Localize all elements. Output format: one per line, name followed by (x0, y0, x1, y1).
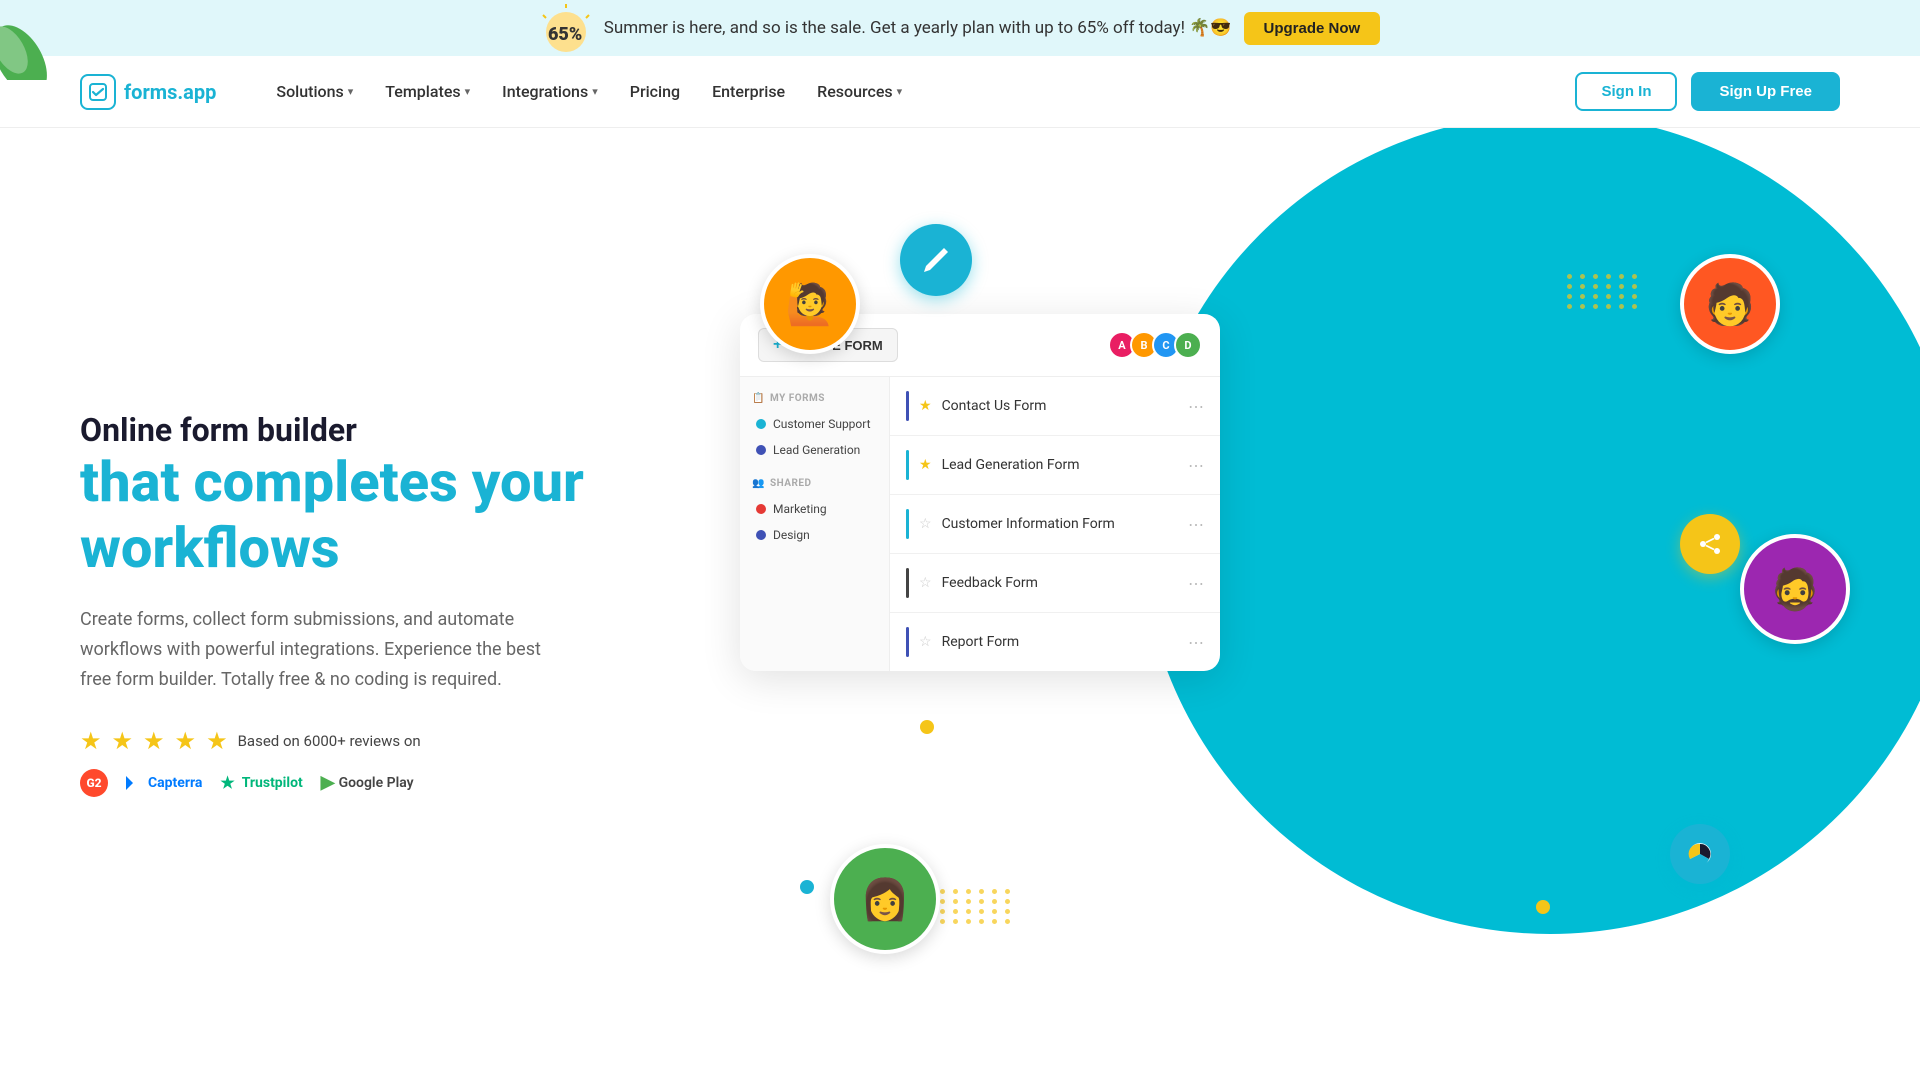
star-3: ★ (143, 727, 165, 755)
avatar-4: D (1174, 331, 1202, 359)
form-row-lead[interactable]: ★ Lead Generation Form ⋯ (890, 436, 1220, 495)
sale-logo: 65% (540, 4, 592, 52)
play-icon: ▶ (321, 772, 335, 793)
upgrade-now-button[interactable]: Upgrade Now (1244, 12, 1381, 45)
connector-dot-2 (1536, 900, 1550, 914)
nav-templates[interactable]: Templates▾ (385, 82, 470, 101)
g2-icon: G2 (80, 769, 108, 797)
bar-report (906, 627, 909, 657)
panel-body: 📋 MY FORMS Customer Support Lead Generat… (740, 377, 1220, 671)
dot-red (756, 504, 766, 514)
bar-contact (906, 391, 909, 421)
dot-blue (756, 445, 766, 455)
form-row-report[interactable]: ☆ Report Form ⋯ (890, 613, 1220, 671)
more-feedback[interactable]: ⋯ (1188, 574, 1204, 593)
star-1: ★ (80, 727, 102, 755)
star-lead: ★ (919, 457, 932, 473)
collaborator-avatars: A B C D (1108, 331, 1202, 359)
nav-pricing[interactable]: Pricing (630, 82, 680, 101)
more-customer[interactable]: ⋯ (1188, 515, 1204, 534)
nav-links: Solutions▾ Templates▾ Integrations▾ Pric… (276, 82, 1535, 101)
star-feedback: ☆ (919, 575, 932, 591)
nav-enterprise[interactable]: Enterprise (712, 82, 785, 101)
dot-blue-2 (756, 530, 766, 540)
shared-label: 👥 SHARED (752, 478, 877, 489)
dots-top-right (1567, 274, 1640, 309)
star-5: ★ (206, 727, 228, 755)
hero-description: Create forms, collect form submissions, … (80, 605, 560, 694)
star-contact: ★ (919, 398, 932, 414)
sidebar-lead-generation[interactable]: Lead Generation (752, 438, 877, 462)
more-report[interactable]: ⋯ (1188, 633, 1204, 652)
badge-google-play: ▶Google Play (321, 772, 414, 793)
star-report: ☆ (919, 634, 932, 650)
share-button[interactable] (1680, 514, 1740, 574)
badges-row: G2 Capterra ★Trustpilot ▶Google Play (80, 769, 680, 797)
floating-avatar-3: 🧔 (1740, 534, 1850, 644)
nav-solutions[interactable]: Solutions▾ (276, 82, 353, 101)
floating-avatar-1: 🙋 (760, 254, 860, 354)
badge-capterra: Capterra (126, 775, 202, 791)
teal-dot-1 (800, 880, 814, 894)
form-row-contact[interactable]: ★ Contact Us Form ⋯ (890, 377, 1220, 436)
bar-customer (906, 509, 909, 539)
hero-illustration: 🙋 🧑 🧔 👩 (680, 194, 1840, 1014)
star-4: ★ (175, 727, 197, 755)
top-banner: 65% Summer is here, and so is the sale. … (0, 0, 1920, 56)
svg-text:65%: 65% (548, 24, 582, 45)
floating-avatar-4: 👩 (830, 844, 940, 954)
sidebar-marketing[interactable]: Marketing (752, 497, 877, 521)
connector-dot-1 (920, 720, 934, 734)
star-customer: ☆ (919, 516, 932, 532)
logo-icon (80, 74, 116, 110)
floating-avatar-2: 🧑 (1680, 254, 1780, 354)
bar-feedback (906, 568, 909, 598)
banner-text: Summer is here, and so is the sale. Get … (604, 18, 1232, 38)
more-lead[interactable]: ⋯ (1188, 456, 1204, 475)
dot-teal (756, 419, 766, 429)
form-row-feedback[interactable]: ☆ Feedback Form ⋯ (890, 554, 1220, 613)
nav-resources[interactable]: Resources▾ (817, 82, 902, 101)
nav-actions: Sign In Sign Up Free (1575, 72, 1840, 111)
star-2: ★ (112, 727, 134, 755)
sign-in-button[interactable]: Sign In (1575, 72, 1677, 111)
logo-text: forms.app (124, 80, 216, 104)
form-row-customer[interactable]: ☆ Customer Information Form ⋯ (890, 495, 1220, 554)
navigation: forms.app Solutions▾ Templates▾ Integrat… (0, 56, 1920, 128)
hero-title: Online form builder that completes your … (80, 411, 680, 581)
sidebar-customer-support[interactable]: Customer Support (752, 412, 877, 436)
sign-up-button[interactable]: Sign Up Free (1691, 72, 1840, 111)
form-panel: + CREATE FORM A B C D 📋 MY FORMS (740, 314, 1220, 671)
badge-g2: G2 (80, 769, 108, 797)
form-list: ★ Contact Us Form ⋯ ★ Lead Generation Fo… (890, 377, 1220, 671)
badge-trustpilot: ★Trustpilot (220, 773, 302, 792)
more-contact[interactable]: ⋯ (1188, 397, 1204, 416)
bar-lead (906, 450, 909, 480)
main-content: Online form builder that completes your … (0, 128, 1920, 1080)
logo-link[interactable]: forms.app (80, 74, 216, 110)
reviews-text: Based on 6000+ reviews on (238, 732, 421, 750)
dots-bottom (940, 889, 1013, 924)
bg-circle (1140, 128, 1920, 934)
reviews-row: ★ ★ ★ ★ ★ Based on 6000+ reviews on (80, 727, 680, 755)
pencil-button[interactable] (900, 224, 972, 296)
my-forms-label: 📋 MY FORMS (752, 393, 877, 404)
sidebar-design[interactable]: Design (752, 523, 877, 547)
nav-integrations[interactable]: Integrations▾ (502, 82, 598, 101)
chart-button[interactable] (1670, 824, 1730, 884)
hero-section: Online form builder that completes your … (80, 411, 680, 796)
panel-sidebar: 📋 MY FORMS Customer Support Lead Generat… (740, 377, 890, 671)
